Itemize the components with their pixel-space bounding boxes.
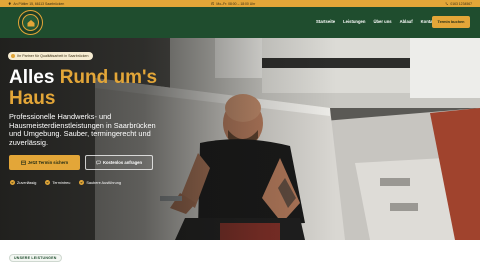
book-appointment-button[interactable]: Termin buchen [432, 16, 470, 28]
chat-icon [96, 160, 101, 165]
feature-item: Saubere Ausführung [79, 180, 121, 185]
secure-appointment-label: Jetzt Termin sichern [27, 160, 69, 165]
nav-item-startseite[interactable]: Startseite [316, 19, 335, 24]
address-text: An Püttier 15, 66113 Saarbrücken [13, 1, 65, 6]
nav-item-ueber-uns[interactable]: Über uns [373, 19, 391, 24]
house-icon [27, 19, 34, 26]
nav-menu: Startseite Leistungen Über uns Ablauf Ko… [316, 19, 436, 24]
check-icon [10, 180, 15, 185]
free-inquiry-button[interactable]: Kostenlos anfragen [85, 155, 153, 170]
check-icon [79, 180, 85, 185]
hours-info: Mo–Fr: 08:00 – 18:00 Uhr [211, 2, 255, 6]
top-info-bar: An Püttier 15, 66113 Saarbrücken Mo–Fr: … [0, 0, 480, 7]
partner-badge: Ihr Partner für Qualitätsarbeit in Saarb… [8, 52, 93, 60]
phone-info[interactable]: 0163 1234567 [445, 2, 472, 6]
headline-part3: Haus [9, 88, 56, 109]
check-icon [45, 180, 51, 185]
hero-subline: Professionelle Handwerks- und Hausmeiste… [9, 112, 156, 147]
nav-item-ablauf[interactable]: Ablauf [400, 19, 413, 24]
feature-item: Termintreu [45, 180, 70, 185]
feature-label: Saubere Ausführung [86, 180, 121, 185]
feature-label: Zuverlässig [17, 180, 37, 185]
headline-accent: Rund um's [59, 67, 158, 88]
secure-appointment-button[interactable]: Jetzt Termin sichern [9, 155, 80, 170]
nav-item-leistungen[interactable]: Leistungen [343, 19, 365, 24]
company-logo[interactable] [18, 10, 43, 35]
badge-text: Ihr Partner für Qualitätsarbeit in Saarb… [17, 54, 89, 58]
main-navigation: Startseite Leistungen Über uns Ablauf Ko… [0, 7, 480, 38]
services-section-label: UNSERE LEISTUNGEN [9, 254, 62, 262]
feature-item: Zuverlässig [10, 180, 36, 185]
hero-section: Ihr Partner für Qualitätsarbeit in Saarb… [0, 38, 480, 240]
feature-list: Zuverlässig Termintreu Saubere Ausführun… [10, 180, 121, 185]
hero-headline: Alles Rund um's Haus [9, 67, 209, 109]
address-info: An Püttier 15, 66113 Saarbrücken [8, 2, 64, 6]
headline-part1: Alles [9, 67, 60, 88]
free-inquiry-label: Kostenlos anfragen [102, 160, 143, 165]
phone-text[interactable]: 0163 1234567 [450, 2, 472, 6]
star-icon [11, 54, 15, 58]
phone-icon [445, 2, 448, 5]
calendar-icon [20, 160, 26, 165]
clock-icon [211, 1, 215, 6]
map-pin-icon [8, 2, 11, 5]
feature-label: Termintreu [52, 180, 71, 185]
hours-text: Mo–Fr: 08:00 – 18:00 Uhr [216, 1, 256, 6]
logo-emblem [22, 14, 39, 31]
